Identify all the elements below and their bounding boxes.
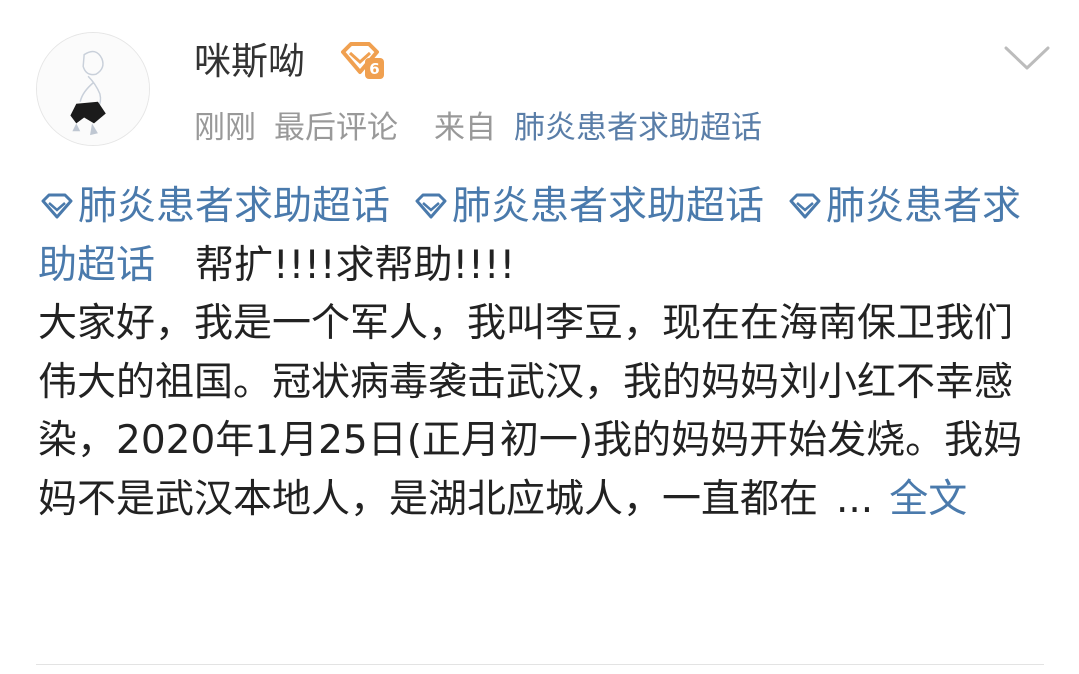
post-time: 刚刚 bbox=[194, 110, 256, 146]
post-activity: 最后评论 bbox=[274, 110, 398, 146]
topic-label: 肺炎患者求助超话 bbox=[452, 184, 765, 229]
super-topic-diamond-icon bbox=[789, 193, 821, 219]
super-topic-diamond-icon bbox=[415, 193, 447, 219]
weibo-post-card: 咪斯呦 6 刚刚 最后评论 来自 肺炎患者求助超话 肺炎患者求助超话 肺炎患者求助超话肺… bbox=[0, 0, 1079, 674]
post-content: 肺炎患者求助超话 肺炎患者求助超话 肺炎患者求助超话 帮扩!!!!求帮助!!!! 大家好… bbox=[38, 178, 1048, 529]
topic-link[interactable]: 肺炎患者求助超话 bbox=[38, 184, 390, 229]
post-body-text: 大家好，我是一个军人，我叫李豆，现在在海南保卫我们伟大的祖国。冠状病毒袭击武汉，… bbox=[38, 301, 1023, 522]
full-text-link[interactable]: 全文 bbox=[889, 477, 967, 522]
chevron-down-icon[interactable] bbox=[1002, 40, 1052, 76]
username[interactable]: 咪斯呦 bbox=[194, 38, 305, 86]
topic-label: 肺炎患者求助超话 bbox=[78, 184, 391, 229]
truncation-ellipsis: ... bbox=[836, 476, 874, 522]
vip-level-badge-icon[interactable]: 6 bbox=[339, 40, 385, 80]
badge-level: 6 bbox=[369, 60, 379, 78]
topic-link[interactable]: 肺炎患者求助超话 bbox=[412, 184, 764, 229]
source-prefix: 来自 bbox=[434, 110, 496, 146]
avatar-illustration bbox=[37, 33, 149, 145]
post-meta: 刚刚 最后评论 来自 肺炎患者求助超话 bbox=[194, 106, 762, 150]
divider bbox=[36, 664, 1044, 665]
avatar[interactable] bbox=[36, 32, 150, 146]
post-headline: 帮扩!!!!求帮助!!!! bbox=[195, 242, 516, 288]
super-topic-diamond-icon bbox=[41, 193, 73, 219]
source-link[interactable]: 肺炎患者求助超话 bbox=[514, 110, 762, 146]
